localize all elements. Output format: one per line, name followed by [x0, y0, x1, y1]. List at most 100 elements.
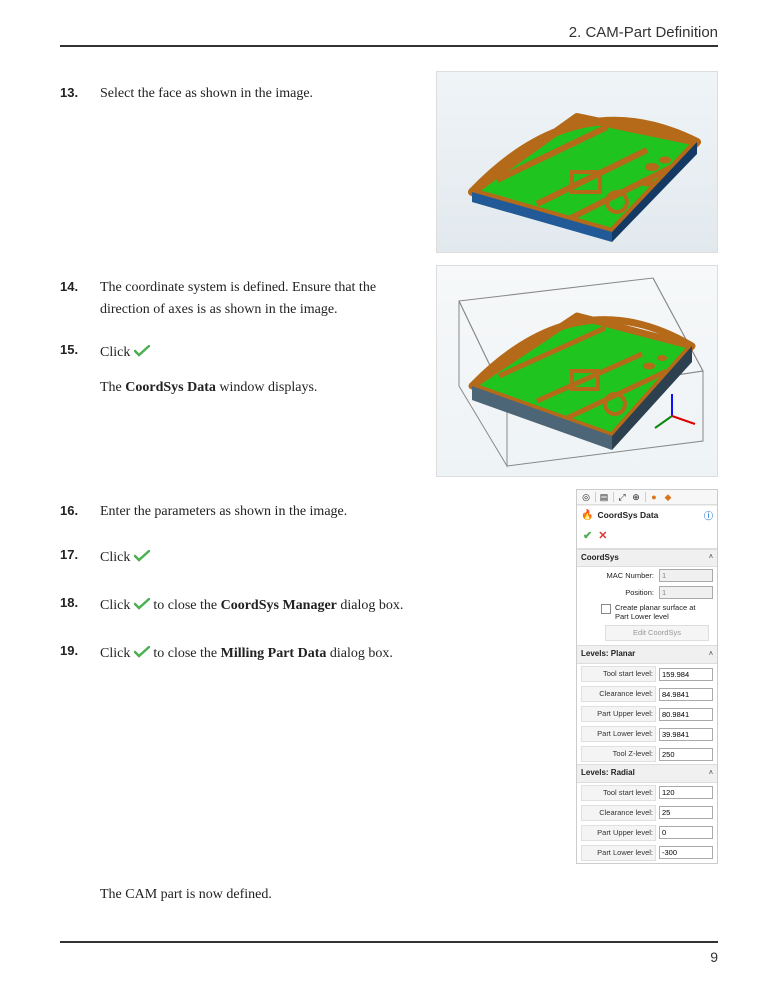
- field-input[interactable]: [659, 748, 713, 761]
- planar-field-row: Part Lower level:: [577, 724, 717, 744]
- final-statement: The CAM part is now defined.: [100, 884, 718, 906]
- step-19: 19. Click to close the Milling Part Data…: [60, 641, 560, 667]
- step-18-before: Click: [100, 598, 130, 613]
- step-15-text: Click: [100, 345, 130, 360]
- step-18-after: dialog box.: [337, 598, 404, 613]
- step-14-text: The coordinate system is defined. Ensure…: [100, 280, 376, 317]
- position-label: Position:: [581, 587, 656, 599]
- position-row: Position:: [577, 584, 717, 601]
- toolbar-icon[interactable]: ●: [645, 492, 659, 502]
- step-18-num: 18.: [60, 593, 78, 614]
- mac-number-row: MAC Number:: [577, 567, 717, 584]
- cancel-x-icon[interactable]: ✕: [598, 528, 607, 546]
- mac-number-label: MAC Number:: [581, 570, 656, 582]
- field-label[interactable]: Part Upper level:: [581, 706, 656, 722]
- step-15-num: 15.: [60, 340, 78, 361]
- dialog-title: CoordSys Data: [597, 509, 658, 523]
- step-19-num: 19.: [60, 641, 78, 662]
- planar-field-row: Tool start level:: [577, 664, 717, 684]
- flame-icon: 🔥: [581, 508, 593, 524]
- step-18-bold: CoordSys Manager: [221, 598, 337, 613]
- toolbar-icon[interactable]: ◆: [663, 492, 673, 502]
- position-input: [659, 586, 713, 599]
- field-input[interactable]: [659, 846, 713, 859]
- step-13: 13. Select the face as shown in the imag…: [60, 83, 420, 105]
- radial-field-row: Tool start level:: [577, 783, 717, 803]
- step-13-row: 13. Select the face as shown in the imag…: [60, 71, 718, 253]
- step-15-result-suffix: window displays.: [216, 380, 318, 395]
- checkbox-icon[interactable]: [601, 604, 611, 614]
- mac-number-input: [659, 569, 713, 582]
- step-13-text: Select the face as shown in the image.: [100, 86, 313, 101]
- field-input[interactable]: [659, 708, 713, 721]
- field-input[interactable]: [659, 668, 713, 681]
- radial-field-row: Clearance level:: [577, 803, 717, 823]
- check-icon: [134, 340, 150, 366]
- dialog-ok-cancel: ✔ ✕: [577, 526, 717, 549]
- step-16-num: 16.: [60, 501, 78, 522]
- radial-field-row: Part Upper level:: [577, 823, 717, 843]
- field-label[interactable]: Tool start level:: [581, 785, 656, 801]
- step-17-num: 17.: [60, 545, 78, 566]
- field-label[interactable]: Clearance level:: [581, 686, 656, 702]
- toolbar-icon[interactable]: ◎: [581, 492, 591, 502]
- step-15: 15. Click: [60, 340, 420, 366]
- field-label[interactable]: Part Lower level:: [581, 726, 656, 742]
- toolbar-icon[interactable]: ▤: [595, 492, 609, 502]
- section-planar-header[interactable]: Levels: Planar ˄: [577, 645, 717, 664]
- step-15-result: The CoordSys Data window displays.: [60, 377, 420, 399]
- step-18-mid: to close the: [153, 598, 220, 613]
- edit-coordsys-button: Edit CoordSys: [605, 625, 709, 641]
- step-17-text: Click: [100, 550, 130, 565]
- field-input[interactable]: [659, 688, 713, 701]
- check-icon: [134, 593, 150, 619]
- field-label[interactable]: Clearance level:: [581, 805, 656, 821]
- planar-field-row: Tool Z-level:: [577, 744, 717, 764]
- ok-check-icon[interactable]: ✔: [583, 528, 592, 546]
- field-input[interactable]: [659, 806, 713, 819]
- chevron-up-icon: ˄: [709, 649, 713, 660]
- header-chapter: 2. CAM-Part Definition: [60, 24, 718, 47]
- page: 2. CAM-Part Definition 13. Select the fa…: [0, 0, 778, 989]
- checkbox-label: Create planar surface at Part Lower leve…: [615, 603, 711, 621]
- check-icon: [134, 545, 150, 571]
- planar-field-row: Part Upper level:: [577, 704, 717, 724]
- field-label[interactable]: Tool Z-level:: [581, 746, 656, 762]
- dialog-title-bar: 🔥 CoordSys Data ⓘ: [577, 505, 717, 526]
- create-planar-surface-checkbox-row[interactable]: Create planar surface at Part Lower leve…: [577, 601, 717, 623]
- chevron-up-icon: ˄: [709, 552, 713, 563]
- toolbar-icon[interactable]: ⊕: [631, 492, 641, 502]
- section-radial-title: Levels: Radial: [581, 767, 635, 780]
- field-label[interactable]: Part Upper level:: [581, 825, 656, 841]
- field-label[interactable]: Tool start level:: [581, 666, 656, 682]
- help-icon[interactable]: ⓘ: [704, 509, 713, 523]
- figure-14-3d-part-coordsys: [436, 265, 718, 477]
- step-14: 14. The coordinate system is defined. En…: [60, 277, 420, 322]
- page-footer: 9: [60, 941, 718, 965]
- step-19-after: dialog box.: [326, 646, 393, 661]
- step-19-mid: to close the: [153, 646, 220, 661]
- step-14-row: 14. The coordinate system is defined. En…: [60, 265, 718, 477]
- section-coordsys-header[interactable]: CoordSys ˄: [577, 549, 717, 568]
- step-15-result-prefix: The: [100, 380, 125, 395]
- section-radial-header[interactable]: Levels: Radial ˄: [577, 764, 717, 783]
- toolbar-icon[interactable]: ⤢: [613, 492, 627, 502]
- field-input[interactable]: [659, 728, 713, 741]
- content: 13. Select the face as shown in the imag…: [60, 71, 718, 906]
- step-18: 18. Click to close the CoordSys Manager …: [60, 593, 560, 619]
- step-19-before: Click: [100, 646, 130, 661]
- field-input[interactable]: [659, 786, 713, 799]
- page-number: 9: [710, 949, 718, 965]
- dialog-mini-toolbar: ◎ ▤ ⤢ ⊕ ● ◆: [577, 490, 717, 505]
- chevron-up-icon: ˄: [709, 768, 713, 779]
- step-13-num: 13.: [60, 83, 78, 104]
- step-15-result-bold: CoordSys Data: [125, 380, 216, 395]
- step-14-num: 14.: [60, 277, 78, 298]
- field-label[interactable]: Part Lower level:: [581, 845, 656, 861]
- radial-field-row: Part Lower level:: [577, 843, 717, 863]
- coordsys-dialog: ◎ ▤ ⤢ ⊕ ● ◆ 🔥 CoordSys Data ⓘ ✔ ✕: [576, 489, 718, 864]
- steps-16-19-row: 16. Enter the parameters as shown in the…: [60, 489, 718, 864]
- check-icon: [134, 641, 150, 667]
- field-input[interactable]: [659, 826, 713, 839]
- section-coordsys-title: CoordSys: [581, 552, 619, 565]
